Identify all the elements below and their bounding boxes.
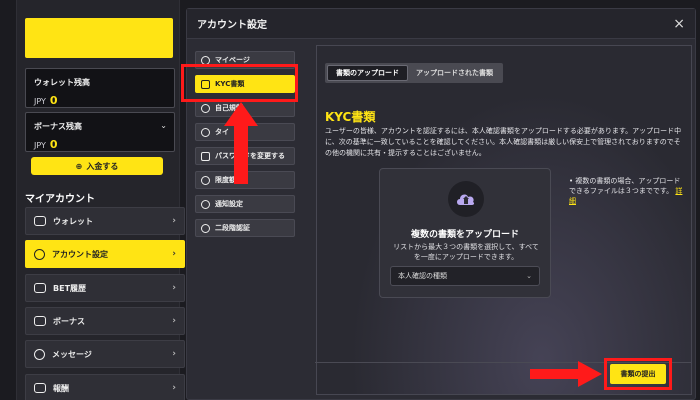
menu-item-label: パスワードを変更する bbox=[215, 152, 285, 160]
kyc-title: KYC書類 bbox=[325, 110, 376, 124]
gift-icon bbox=[34, 316, 46, 326]
wallet-currency: JPY bbox=[34, 97, 46, 106]
crown-icon bbox=[34, 383, 46, 393]
menu-item-label: 限度額設 bbox=[215, 176, 243, 184]
shield-icon bbox=[201, 103, 210, 113]
account-settings-modal: アカウント設定 × マイページ KYC書類 自己規制 タイ パスワードを変更する… bbox=[186, 8, 696, 400]
chevron-right-icon: › bbox=[172, 249, 176, 259]
deposit-icon: ⊕ bbox=[75, 161, 83, 171]
menu-item-label: 通知設定 bbox=[215, 200, 243, 208]
menu-item-label: KYC書類 bbox=[215, 80, 245, 88]
menu-item-label: 自己規制 bbox=[215, 104, 243, 112]
multi-upload-box: 複数の書類をアップロード リストから最大３つの書類を選択して、すべてを一度にアッ… bbox=[379, 168, 551, 298]
sidebar-item-wallet[interactable]: ウォレット › bbox=[25, 207, 185, 235]
sidebar-item-label: 報酬 bbox=[53, 383, 69, 393]
menu-item-limits[interactable]: 限度額設 bbox=[195, 171, 295, 189]
sidebar-item-bet-history[interactable]: BET履歴 › bbox=[25, 274, 185, 302]
sidebar-item-label: BET履歴 bbox=[53, 283, 87, 293]
cloud-upload-icon-svg bbox=[457, 194, 475, 205]
sidebar-item-label: ボーナス bbox=[53, 316, 85, 326]
sidebar-item-label: メッセージ bbox=[52, 349, 92, 359]
shield-check-icon bbox=[201, 223, 210, 233]
sidebar-item-label: ウォレット bbox=[53, 216, 93, 226]
document-type-value: 本人確認の種類 bbox=[398, 272, 447, 280]
document-tabs: 書類のアップロード アップロードされた書類 bbox=[325, 63, 503, 83]
kyc-content-panel: 書類のアップロード アップロードされた書類 KYC書類 ユーザーの皆様、アカウン… bbox=[316, 45, 692, 395]
bonus-amount: 0 bbox=[49, 138, 58, 151]
kyc-description: ユーザーの皆様、アカウントを認証するには、本人確認書類をアップロードする必要があ… bbox=[325, 127, 682, 157]
user-icon bbox=[34, 248, 45, 260]
message-icon bbox=[34, 348, 45, 360]
clock-icon bbox=[201, 127, 210, 137]
document-type-select[interactable]: 本人確認の種類 ⌄ bbox=[390, 266, 540, 286]
limit-icon bbox=[201, 175, 210, 185]
chevron-right-icon: › bbox=[172, 316, 176, 326]
tab-uploaded-documents[interactable]: アップロードされた書類 bbox=[408, 65, 501, 81]
menu-item-label: タイ bbox=[215, 128, 229, 136]
menu-item-change-password[interactable]: パスワードを変更する bbox=[195, 147, 295, 165]
menu-item-self-restriction[interactable]: 自己規制 bbox=[195, 99, 295, 117]
document-icon bbox=[201, 79, 210, 89]
sidebar-item-messages[interactable]: メッセージ › bbox=[25, 340, 185, 368]
bonus-balance-card[interactable]: ボーナス残高 ⌄ JPY 0 bbox=[25, 112, 175, 152]
menu-item-notifications[interactable]: 通知設定 bbox=[195, 195, 295, 213]
chevron-right-icon: › bbox=[172, 349, 176, 359]
bonus-balance-amount: JPY 0 bbox=[34, 138, 166, 151]
menu-item-my-page[interactable]: マイページ bbox=[195, 51, 295, 69]
upload-description: リストから最大３つの書類を選択して、すべてを一度にアップロードできます。 bbox=[393, 243, 539, 261]
my-account-heading: マイアカウント bbox=[25, 194, 95, 205]
sidebar-item-label: アカウント設定 bbox=[52, 249, 108, 259]
menu-item-timeout[interactable]: タイ bbox=[195, 123, 295, 141]
menu-item-label: 二段階認証 bbox=[215, 224, 250, 232]
sidebar-item-account-settings[interactable]: アカウント設定 › bbox=[25, 240, 185, 268]
wallet-icon bbox=[34, 216, 46, 226]
deposit-label: 入金する bbox=[86, 161, 119, 171]
bell-icon bbox=[201, 199, 210, 209]
bonus-balance-title: ボーナス残高 bbox=[34, 122, 82, 131]
deposit-button[interactable]: ⊕ 入金する bbox=[31, 157, 163, 175]
wallet-balance-card: ウォレット残高 JPY 0 bbox=[25, 68, 175, 108]
close-icon[interactable]: × bbox=[673, 16, 685, 32]
submit-documents-button[interactable]: 書類の提出 bbox=[610, 364, 666, 384]
user-circle-icon bbox=[201, 55, 210, 65]
menu-item-label: マイページ bbox=[215, 56, 250, 64]
chevron-right-icon: › bbox=[172, 216, 176, 226]
modal-footer-divider bbox=[315, 362, 691, 363]
chevron-down-icon[interactable]: ⌄ bbox=[160, 121, 167, 130]
bonus-currency: JPY bbox=[34, 141, 46, 150]
bet-history-icon bbox=[34, 283, 46, 293]
wallet-balance-title: ウォレット残高 bbox=[34, 78, 90, 87]
lock-icon bbox=[201, 151, 210, 161]
menu-item-two-factor[interactable]: 二段階認証 bbox=[195, 219, 295, 237]
upload-title: 複数の書類をアップロード bbox=[410, 230, 519, 240]
chevron-right-icon: › bbox=[172, 383, 176, 393]
chevron-down-icon: ⌄ bbox=[526, 272, 532, 280]
left-sidebar: ウォレット残高 JPY 0 ボーナス残高 ⌄ JPY 0 ⊕ 入金する マイアカウン… bbox=[16, 0, 185, 400]
upload-note-text: • 複数の書類の場合、アップロードできるファイルは３つまでです。 bbox=[569, 177, 681, 195]
tab-upload-documents[interactable]: 書類のアップロード bbox=[327, 65, 408, 81]
menu-item-kyc-documents[interactable]: KYC書類 bbox=[195, 75, 295, 93]
cloud-upload-icon[interactable] bbox=[448, 181, 484, 217]
modal-title: アカウント設定 bbox=[197, 20, 267, 31]
sidebar-item-rewards[interactable]: 報酬 › bbox=[25, 374, 185, 400]
wallet-amount: 0 bbox=[49, 94, 58, 107]
wallet-balance-amount: JPY 0 bbox=[34, 94, 166, 107]
modal-header: アカウント設定 × bbox=[187, 9, 695, 39]
chevron-right-icon: › bbox=[172, 283, 176, 293]
upload-note: • 複数の書類の場合、アップロードできるファイルは３つまでです。 詳細 bbox=[569, 176, 687, 206]
promo-banner[interactable] bbox=[25, 18, 173, 58]
sidebar-item-bonus[interactable]: ボーナス › bbox=[25, 307, 185, 335]
